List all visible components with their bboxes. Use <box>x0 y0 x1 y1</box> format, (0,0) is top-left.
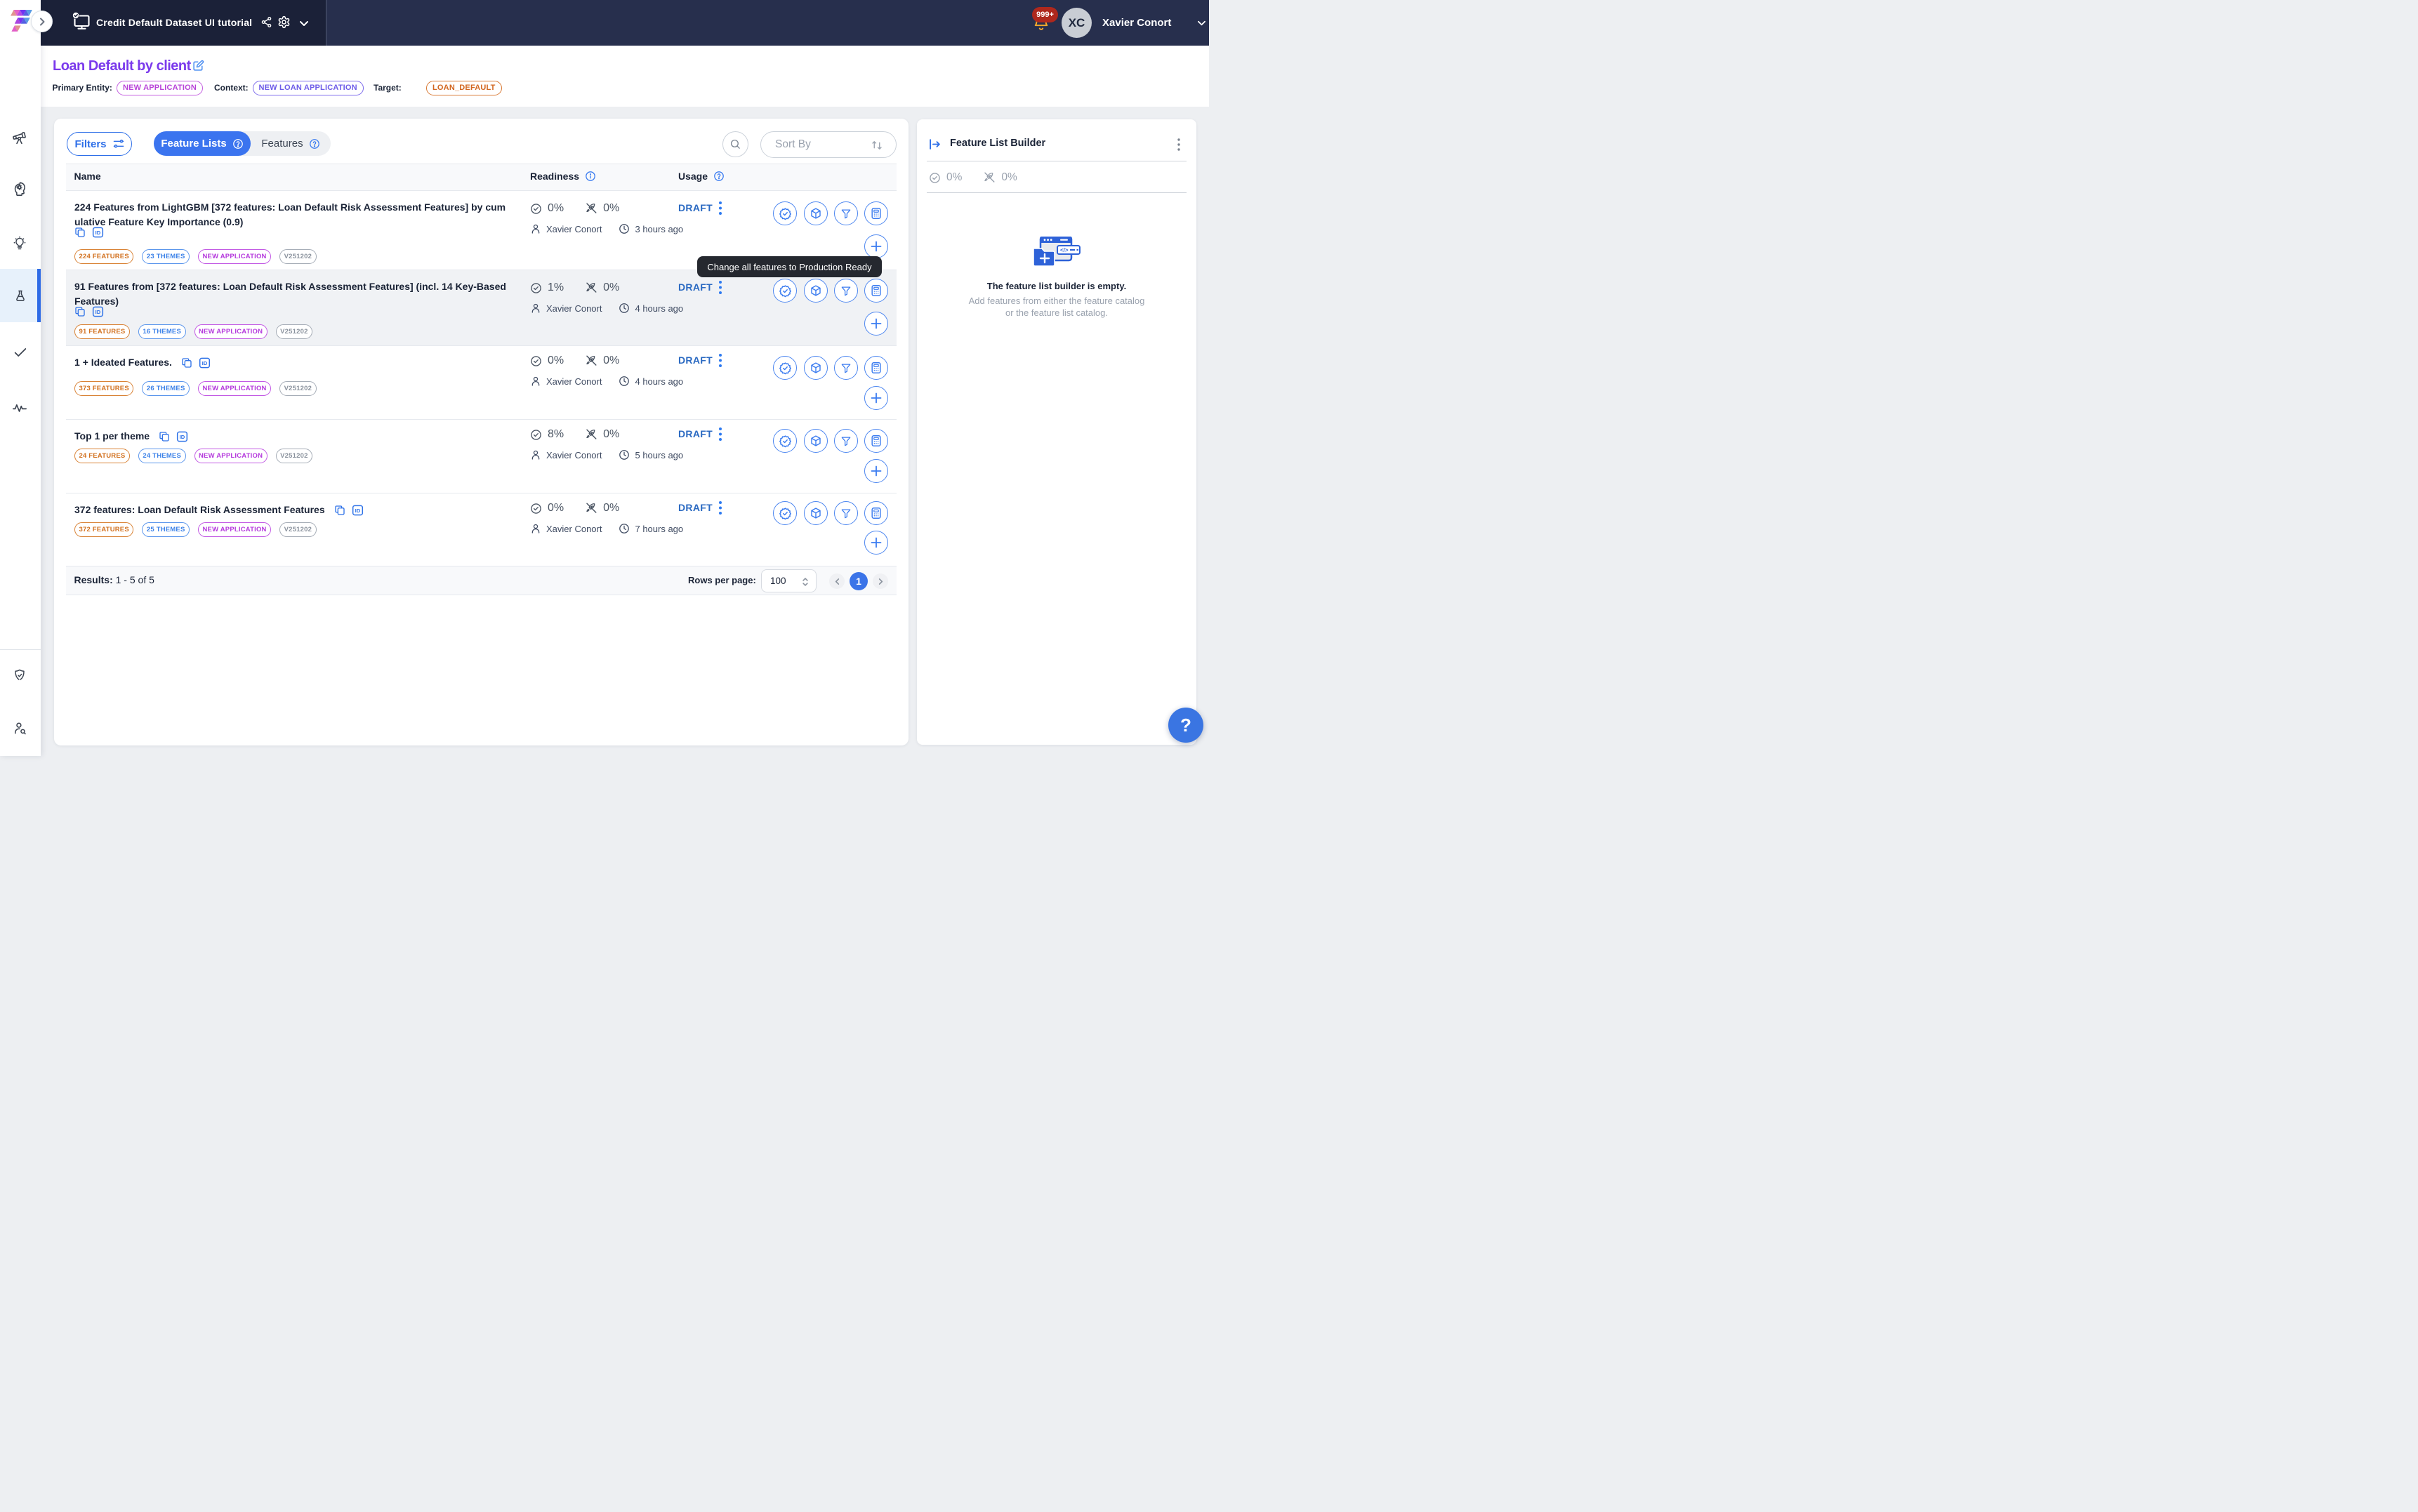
svg-text:ID: ID <box>180 434 185 440</box>
svg-text:ID: ID <box>202 360 207 366</box>
svg-text:ID: ID <box>355 508 360 514</box>
svg-text:ID: ID <box>95 309 101 315</box>
svg-text:</>: </> <box>1060 247 1069 253</box>
svg-text:ID: ID <box>95 230 101 236</box>
